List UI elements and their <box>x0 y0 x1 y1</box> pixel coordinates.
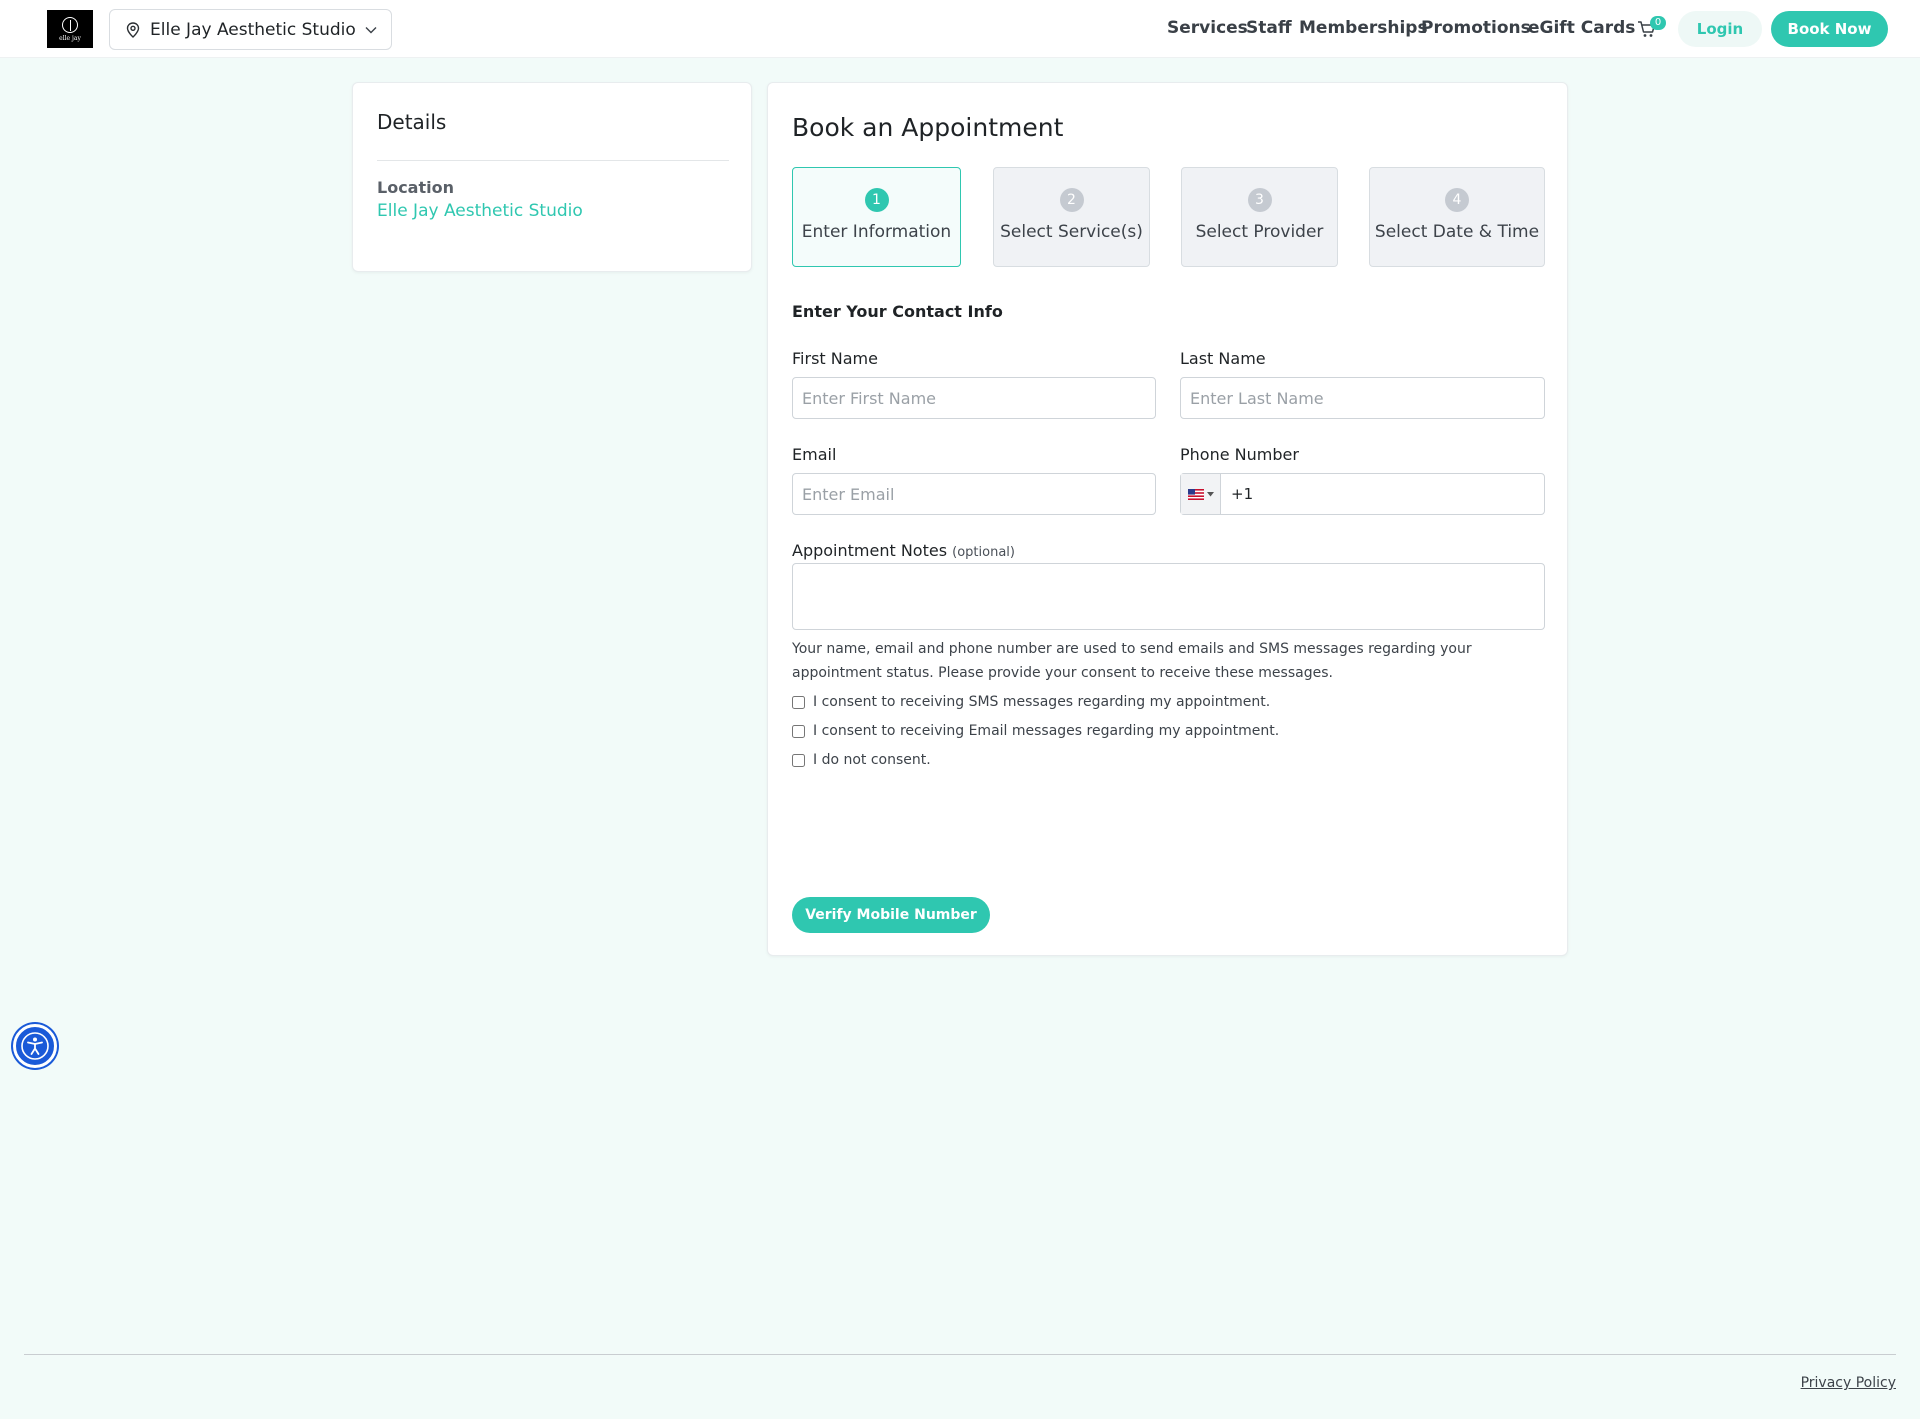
step-select-provider[interactable]: 3 Select Provider <box>1181 167 1338 267</box>
booking-card: Book an Appointment 1 Enter Information … <box>767 82 1568 956</box>
step-number: 3 <box>1247 188 1272 212</box>
phone-label: Phone Number <box>1180 445 1299 464</box>
map-pin-icon <box>126 21 140 38</box>
phone-field <box>1180 473 1545 515</box>
appointment-notes-textarea[interactable] <box>792 563 1545 630</box>
consent-email-checkbox[interactable] <box>792 724 805 738</box>
last-name-label: Last Name <box>1180 349 1266 368</box>
location-select[interactable]: Elle Jay Aesthetic Studio <box>109 9 392 50</box>
consent-email-label: I consent to receiving Email messages re… <box>813 723 1280 739</box>
verify-mobile-button[interactable]: Verify Mobile Number <box>792 897 990 933</box>
logo-mark-icon <box>62 16 78 33</box>
email-label: Email <box>792 445 837 464</box>
no-consent-row[interactable]: I do not consent. <box>792 752 931 768</box>
no-consent-label: I do not consent. <box>813 752 931 768</box>
divider <box>377 160 729 161</box>
step-number: 4 <box>1445 188 1469 212</box>
details-card: Details Location Elle Jay Aesthetic Stud… <box>352 82 752 272</box>
accessibility-button[interactable] <box>13 1024 57 1068</box>
details-title: Details <box>377 110 447 134</box>
consent-sms-label: I consent to receiving SMS messages rega… <box>813 694 1271 710</box>
consent-notice: Your name, email and phone number are us… <box>792 641 1472 681</box>
step-enter-information[interactable]: 1 Enter Information <box>792 167 961 267</box>
consent-sms-checkbox[interactable] <box>792 695 805 709</box>
nav-egift-cards[interactable]: eGift Cards <box>1528 18 1635 38</box>
first-name-input[interactable] <box>792 377 1156 419</box>
login-button[interactable]: Login <box>1678 11 1762 47</box>
book-now-button[interactable]: Book Now <box>1771 11 1888 47</box>
consent-email-row[interactable]: I consent to receiving Email messages re… <box>792 723 1279 739</box>
location-select-value: Elle Jay Aesthetic Studio <box>150 19 356 40</box>
step-select-date-time[interactable]: 4 Select Date & Time <box>1369 167 1545 267</box>
step-number: 2 <box>1059 188 1084 212</box>
consent-sms-row[interactable]: I consent to receiving SMS messages rega… <box>792 694 1270 710</box>
nav-promotions[interactable]: Promotions <box>1421 18 1531 38</box>
nav-services[interactable]: Services <box>1167 18 1248 38</box>
accessibility-icon <box>21 1032 49 1060</box>
nav-memberships[interactable]: Memberships <box>1299 18 1428 38</box>
last-name-input[interactable] <box>1180 377 1545 419</box>
cart-button[interactable]: 0 <box>1637 16 1666 41</box>
location-link[interactable]: Elle Jay Aesthetic Studio <box>377 201 583 221</box>
nav-staff[interactable]: Staff <box>1246 18 1292 38</box>
first-name-label: First Name <box>792 349 878 368</box>
top-navigation-bar: elle jay Elle Jay Aesthetic Studio Servi… <box>0 0 1920 58</box>
step-number: 1 <box>864 188 889 212</box>
step-label: Select Date & Time <box>1374 222 1540 242</box>
notes-label: Appointment Notes (optional) <box>792 541 1015 560</box>
notes-label-text: Appointment Notes <box>792 541 948 560</box>
cart-count-badge: 0 <box>1650 16 1666 30</box>
step-select-services[interactable]: 2 Select Service(s) <box>993 167 1150 267</box>
page-title: Book an Appointment <box>792 113 1064 142</box>
step-label: Select Service(s) <box>1000 222 1143 242</box>
step-label: Select Provider <box>1195 222 1324 242</box>
logo-text: elle jay <box>59 34 81 42</box>
caret-down-icon <box>1206 491 1214 496</box>
chevron-down-icon <box>365 26 377 33</box>
brand-logo[interactable]: elle jay <box>47 10 93 48</box>
us-flag-icon <box>1187 488 1204 500</box>
no-consent-checkbox[interactable] <box>792 753 805 767</box>
footer-divider <box>24 1354 1896 1355</box>
step-label: Enter Information <box>801 222 952 242</box>
contact-info-heading: Enter Your Contact Info <box>792 302 1003 321</box>
phone-input[interactable] <box>1222 474 1542 514</box>
country-code-select[interactable] <box>1181 474 1221 514</box>
email-input[interactable] <box>792 473 1156 515</box>
location-label: Location <box>377 178 454 197</box>
optional-tag: (optional) <box>952 545 1015 560</box>
privacy-policy-link[interactable]: Privacy Policy <box>1801 1375 1896 1391</box>
